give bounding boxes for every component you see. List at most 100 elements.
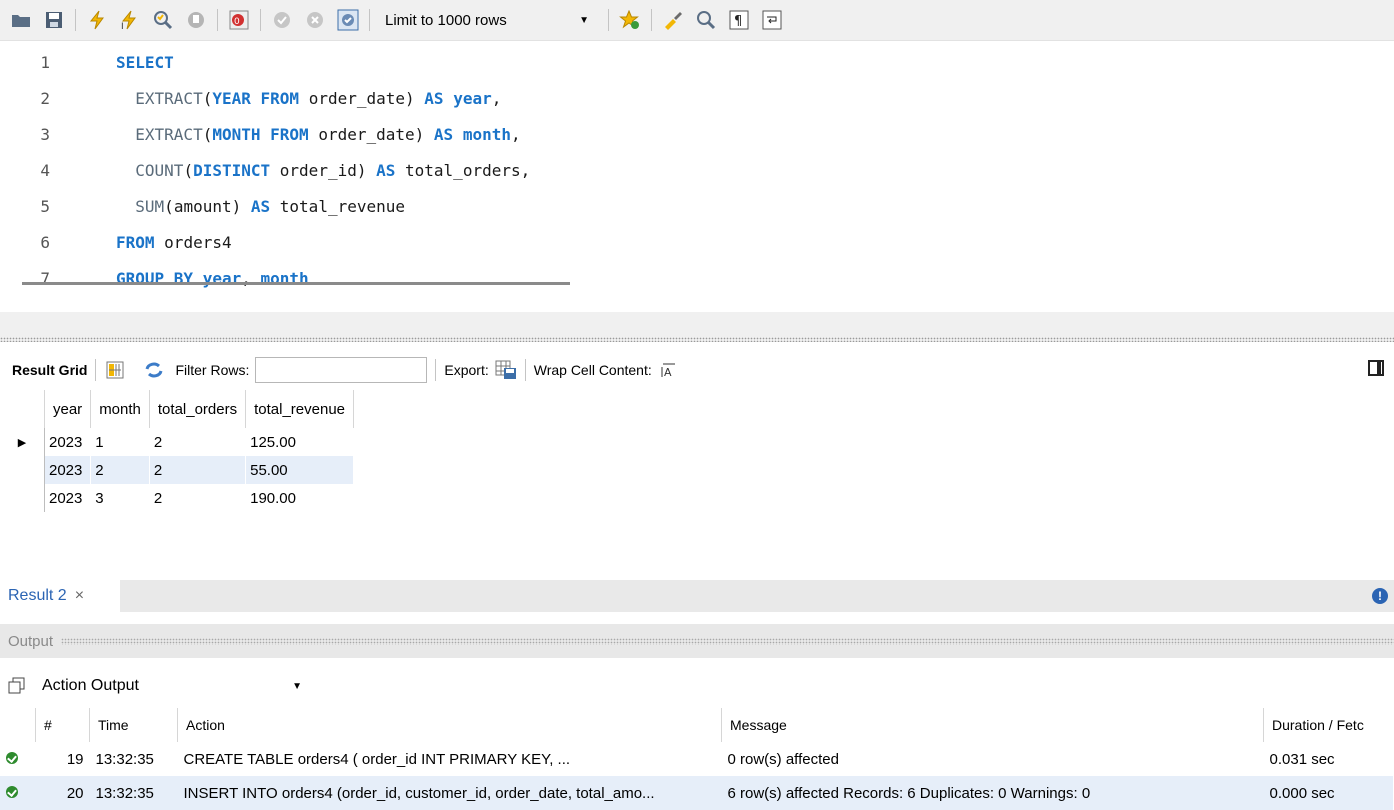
editor-results-splitter[interactable] [0, 312, 1394, 342]
table-cell[interactable]: 2 [90, 456, 150, 484]
table-row[interactable]: 20 13:32:35 INSERT INTO orders4 (order_i… [0, 776, 1393, 810]
export-label: Export: [444, 362, 489, 378]
alias-total-orders: total_orders [405, 160, 521, 180]
beautify-brush-icon[interactable] [661, 8, 685, 32]
table-cell[interactable]: 2 [149, 428, 247, 456]
table-cell[interactable]: 55.00 [245, 456, 355, 484]
find-magnifier-icon[interactable] [694, 8, 718, 32]
svg-text:A: A [664, 366, 672, 379]
table-row[interactable]: ▶ 2023 1 2 125.00 [0, 428, 355, 456]
table-cell: 0.000 sec [1263, 776, 1393, 810]
table-cell[interactable]: 2023 [44, 484, 92, 512]
identifier-amount: amount [173, 196, 232, 216]
table-cell: 13:32:35 [89, 776, 178, 810]
success-check-icon [6, 785, 18, 798]
result-grid-label[interactable]: Result Grid [12, 362, 87, 378]
open-folder-icon[interactable] [9, 8, 33, 32]
toolbar-separator [651, 9, 652, 31]
filter-rows-label: Filter Rows: [175, 362, 250, 378]
code-line-2: 2 EXTRACT(YEAR FROM order_date) AS year, [0, 80, 501, 116]
column-header-year[interactable]: year [44, 390, 92, 428]
column-header-message[interactable]: Message [721, 708, 1264, 742]
toolbar-separator [217, 9, 218, 31]
svg-text:¶: ¶ [734, 14, 742, 29]
table-cell[interactable]: 2 [149, 456, 247, 484]
column-header-month[interactable]: month [90, 390, 150, 428]
splitter-grip[interactable] [0, 337, 1394, 342]
column-header-duration[interactable]: Duration / Fetc [1263, 708, 1393, 742]
table-cell: 0 row(s) affected [727, 750, 839, 768]
chevron-down-icon: ▼ [579, 14, 589, 26]
column-header-total-orders[interactable]: total_orders [149, 390, 247, 428]
table-row[interactable]: 2023 3 2 190.00 [0, 484, 355, 512]
line-number: 2 [40, 88, 50, 108]
wrap-text-icon[interactable]: A [658, 359, 680, 381]
editor-horizontal-scrollbar[interactable] [22, 282, 570, 285]
export-grid-icon[interactable] [495, 359, 517, 381]
table-cell[interactable]: 2023 [44, 456, 92, 484]
identifier-order-date: order_date [308, 88, 406, 108]
table-row[interactable]: 2023 2 2 55.00 [0, 456, 355, 484]
keyword-from: FROM [116, 232, 155, 252]
output-type-select[interactable]: Action Output ▼ [42, 677, 302, 695]
table-cell[interactable]: 2023 [44, 428, 92, 456]
explain-magnifier-icon[interactable] [151, 8, 175, 32]
grid-header-row: year month total_orders total_revenue [0, 390, 355, 428]
rollback-icon[interactable] [303, 8, 327, 32]
execute-lightning-icon[interactable] [85, 8, 109, 32]
sql-editor[interactable]: 1 SELECT 2 EXTRACT(YEAR FROM order_date)… [0, 42, 1394, 312]
result-grid-toolbar: Result Grid Filter Rows: Export: Wrap Ce… [0, 352, 1394, 388]
alias-month: month [462, 124, 511, 144]
tab-result-2[interactable]: Result 2 × [0, 580, 120, 612]
toolbar-separator [95, 359, 97, 381]
autocommit-toggle-icon[interactable] [336, 8, 360, 32]
code-line-3: 3 EXTRACT(MONTH FROM order_date) AS mont… [0, 116, 520, 152]
commit-icon[interactable] [270, 8, 294, 32]
current-row-indicator-icon: ▶ [0, 428, 45, 456]
toolbar-separator [608, 9, 609, 31]
close-icon[interactable]: × [75, 587, 84, 605]
word-wrap-icon[interactable] [760, 8, 784, 32]
line-number: 3 [40, 124, 50, 144]
execute-current-statement-icon[interactable]: I [118, 8, 142, 32]
output-grip[interactable] [61, 637, 1394, 645]
add-snippet-star-icon[interactable] [618, 8, 642, 32]
info-icon[interactable]: ! [1372, 588, 1388, 604]
column-header-number[interactable]: # [35, 708, 90, 742]
code-line-6: 6 FROM orders4 [0, 224, 232, 260]
toolbar-separator [369, 9, 370, 31]
keyword-distinct: DISTINCT [193, 160, 271, 180]
column-header-total-revenue[interactable]: total_revenue [245, 390, 355, 428]
side-panel-toggle-icon[interactable] [1368, 360, 1384, 376]
copy-icon[interactable] [6, 675, 28, 697]
table-cell[interactable]: 3 [90, 484, 150, 512]
status-column-header [0, 708, 36, 742]
column-header-time[interactable]: Time [89, 708, 178, 742]
function-sum: SUM [135, 196, 165, 216]
invisible-chars-pilcrow-icon[interactable]: ¶ [727, 8, 751, 32]
row-header [0, 456, 45, 484]
table-cell: 20 [35, 776, 90, 810]
stop-icon[interactable] [184, 8, 208, 32]
save-icon[interactable] [42, 8, 66, 32]
table-row[interactable]: 19 13:32:35 CREATE TABLE orders4 ( order… [0, 742, 1393, 776]
code-line-4: 4 COUNT(DISTINCT order_id) AS total_orde… [0, 152, 530, 188]
grid-layout-icon[interactable] [104, 359, 126, 381]
filter-rows-input[interactable] [255, 357, 428, 383]
table-cell[interactable]: 190.00 [245, 484, 355, 512]
table-cell: 19 [66, 750, 84, 768]
success-check-icon [6, 751, 18, 764]
identifier-orders4: orders4 [164, 232, 232, 252]
output-type-label: Action Output [42, 677, 139, 694]
table-cell[interactable]: 125.00 [245, 428, 355, 456]
column-header-action[interactable]: Action [177, 708, 722, 742]
identifier-order-date: order_date [318, 124, 415, 144]
table-cell[interactable]: 2 [149, 484, 247, 512]
limit-rows-select[interactable]: Limit to 1000 rows ▼ [379, 7, 599, 33]
table-cell[interactable]: 1 [90, 428, 150, 456]
stop-on-error-icon[interactable]: 0 [227, 8, 251, 32]
refresh-arrows-icon[interactable] [143, 359, 165, 381]
code-line-1: 1 SELECT [0, 44, 173, 80]
result-grid-table: year month total_orders total_revenue ▶ … [0, 390, 355, 512]
output-header-row: # Time Action Message Duration / Fetc [0, 708, 1393, 742]
